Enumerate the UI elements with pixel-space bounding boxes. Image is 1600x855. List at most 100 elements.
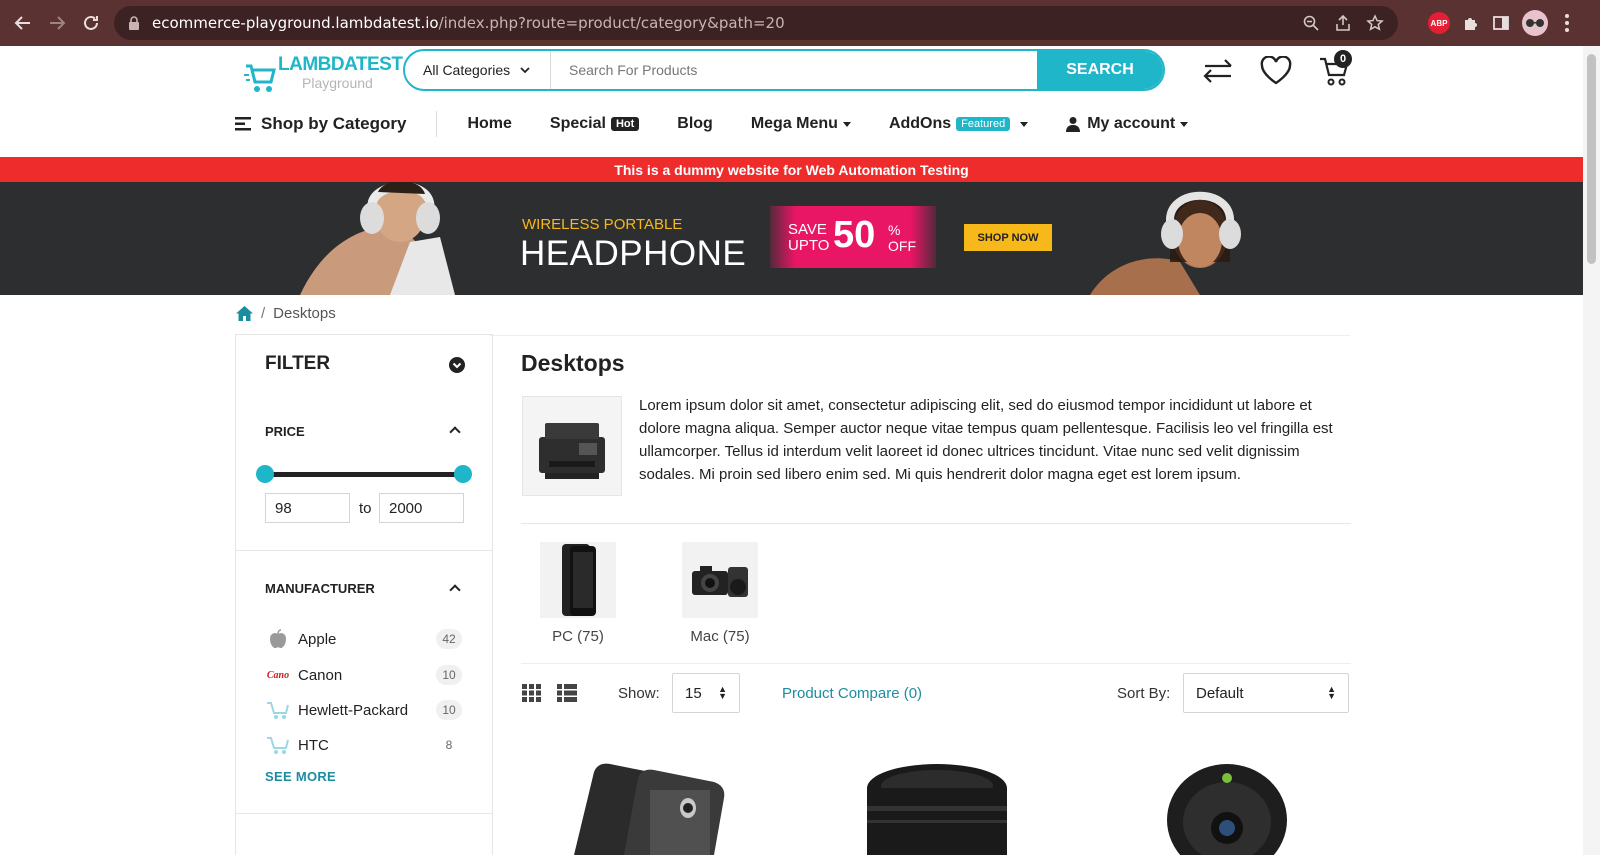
select-arrows-icon: ▲ ▼ xyxy=(718,684,727,701)
divider xyxy=(521,523,1351,524)
extensions-puzzle-icon[interactable] xyxy=(1462,14,1480,32)
zoom-icon[interactable] xyxy=(1302,14,1320,32)
nav-item-blog[interactable]: Blog xyxy=(677,115,713,133)
sort-label: Sort By: xyxy=(1117,685,1171,702)
browser-toolbar: ecommerce-playground.lambdatest.io/index… xyxy=(0,0,1600,46)
logo-sub: Playground xyxy=(302,75,373,91)
subcategory-pc-image xyxy=(540,542,616,618)
count-badge: 42 xyxy=(436,629,462,649)
subcategory-mac-image xyxy=(682,542,758,618)
divider xyxy=(236,550,492,551)
shop-now-button[interactable]: SHOP NOW xyxy=(964,224,1052,251)
breadcrumb-current: Desktops xyxy=(273,304,336,322)
side-panel-icon[interactable] xyxy=(1492,14,1510,32)
divider xyxy=(521,663,1351,664)
show-limit-select[interactable]: 15 ▲ ▼ xyxy=(672,673,740,713)
category-image xyxy=(522,396,622,496)
grid-view-icon[interactable] xyxy=(522,684,542,702)
share-icon[interactable] xyxy=(1334,14,1352,32)
subcategory-pc[interactable]: PC (75) xyxy=(533,542,623,645)
main-nav: Shop by Category Home Special Hot Blog Me… xyxy=(235,108,1226,140)
notice-bar: This is a dummy website for Web Automati… xyxy=(0,157,1583,182)
banner-subtitle: WIRELESS PORTABLE xyxy=(522,216,683,233)
lock-icon xyxy=(129,16,139,30)
manufacturer-item-htc[interactable]: HTC 8 xyxy=(266,734,462,756)
count-badge: 10 xyxy=(436,700,462,720)
product-image-camera[interactable] xyxy=(1162,760,1292,855)
price-section-title: PRICE xyxy=(265,424,305,439)
list-view-icon[interactable] xyxy=(557,684,577,702)
nav-divider xyxy=(436,111,438,137)
chevron-down-icon xyxy=(520,67,530,74)
promo-banner[interactable]: WIRELESS PORTABLE HEADPHONE SAVE UPTO 50 … xyxy=(0,182,1583,295)
wishlist-heart-icon[interactable] xyxy=(1258,54,1294,88)
see-more-link[interactable]: SEE MORE xyxy=(265,769,336,784)
shop-by-category-label: Shop by Category xyxy=(261,114,407,133)
page-scrollbar[interactable] xyxy=(1583,46,1600,855)
divider xyxy=(236,813,492,814)
back-icon[interactable] xyxy=(6,6,40,40)
chevron-up-icon[interactable] xyxy=(449,584,461,596)
profile-avatar[interactable] xyxy=(1522,10,1548,36)
search-button[interactable]: SEARCH xyxy=(1037,51,1163,89)
browser-menu-icon[interactable] xyxy=(1560,14,1574,32)
banner-model-right-image xyxy=(1090,191,1241,295)
manufacturer-item-canon[interactable]: Cano Canon 10 xyxy=(266,664,462,686)
divider xyxy=(490,335,1350,336)
price-max-handle[interactable] xyxy=(454,465,472,483)
chevron-up-icon[interactable] xyxy=(449,426,461,438)
cart-logo-icon xyxy=(244,64,276,92)
price-min-input[interactable] xyxy=(265,493,350,523)
nav-item-special[interactable]: Special Hot xyxy=(550,115,640,133)
price-min-handle[interactable] xyxy=(256,465,274,483)
manufacturer-item-apple[interactable]: Apple 42 xyxy=(266,628,462,650)
shop-by-category-button[interactable]: Shop by Category xyxy=(235,114,406,134)
filter-collapse-icon[interactable] xyxy=(449,357,465,373)
manufacturer-item-hewlett-packard[interactable]: Hewlett-Packard 10 xyxy=(266,699,462,721)
nav-item-home[interactable]: Home xyxy=(467,115,511,133)
nav-item-addons[interactable]: AddOns Featured xyxy=(889,115,1029,133)
logo-brand: LAMBDATEST xyxy=(278,54,403,75)
canon-logo-icon: Cano xyxy=(266,669,290,681)
price-max-input[interactable] xyxy=(379,493,464,523)
banner-model-left-image xyxy=(300,182,455,295)
count-badge: 10 xyxy=(436,665,462,685)
adblock-extension-icon[interactable]: ABP xyxy=(1428,12,1450,34)
web-page: LAMBDATEST Playground All Categories SEA… xyxy=(0,46,1583,855)
product-compare-link[interactable]: Product Compare (0) xyxy=(782,685,922,702)
discount-number: 50 xyxy=(833,214,876,256)
nav-item-my-account[interactable]: My account xyxy=(1066,115,1189,133)
filter-sidebar: FILTER PRICE to MANUFACTURER Apple 42 Ca… xyxy=(235,334,493,855)
product-image-lens[interactable] xyxy=(862,760,1012,855)
caret-down-icon xyxy=(842,121,851,127)
cart-icon[interactable]: 0 xyxy=(1316,50,1352,88)
category-description: Lorem ipsum dolor sit amet, consectetur … xyxy=(639,397,1333,483)
subcategory-mac[interactable]: Mac (75) xyxy=(675,542,765,645)
apple-logo-icon xyxy=(266,629,290,649)
compare-icon[interactable] xyxy=(1200,54,1236,88)
site-logo[interactable]: LAMBDATEST Playground xyxy=(244,54,403,94)
search-input[interactable] xyxy=(551,51,1037,89)
category-select[interactable]: All Categories xyxy=(405,51,551,89)
product-image-phone[interactable] xyxy=(564,760,744,855)
nav-item-mega-menu[interactable]: Mega Menu xyxy=(751,115,851,133)
forward-icon[interactable] xyxy=(40,6,74,40)
category-select-label: All Categories xyxy=(423,62,511,78)
menu-bars-icon xyxy=(235,117,251,131)
sort-select[interactable]: Default ▲ ▼ xyxy=(1183,673,1349,713)
home-icon[interactable] xyxy=(236,305,253,321)
hot-badge: Hot xyxy=(610,117,640,131)
filter-title: FILTER xyxy=(265,353,331,374)
product-toolbar: Show: 15 ▲ ▼ Product Compare (0) Sort By:… xyxy=(521,673,1351,713)
caret-down-icon xyxy=(1180,121,1189,127)
manufacturer-section-title: MANUFACTURER xyxy=(265,581,375,596)
scrollbar-thumb[interactable] xyxy=(1587,54,1596,264)
address-bar[interactable]: ecommerce-playground.lambdatest.io/index… xyxy=(114,6,1398,40)
page-title: Desktops xyxy=(521,350,625,376)
banner-title: HEADPHONE xyxy=(520,234,747,273)
cart-logo-icon xyxy=(266,735,290,755)
bookmark-star-icon[interactable] xyxy=(1366,14,1384,32)
cart-logo-icon xyxy=(266,700,290,720)
reload-icon[interactable] xyxy=(74,6,108,40)
price-range-track[interactable] xyxy=(266,472,462,477)
